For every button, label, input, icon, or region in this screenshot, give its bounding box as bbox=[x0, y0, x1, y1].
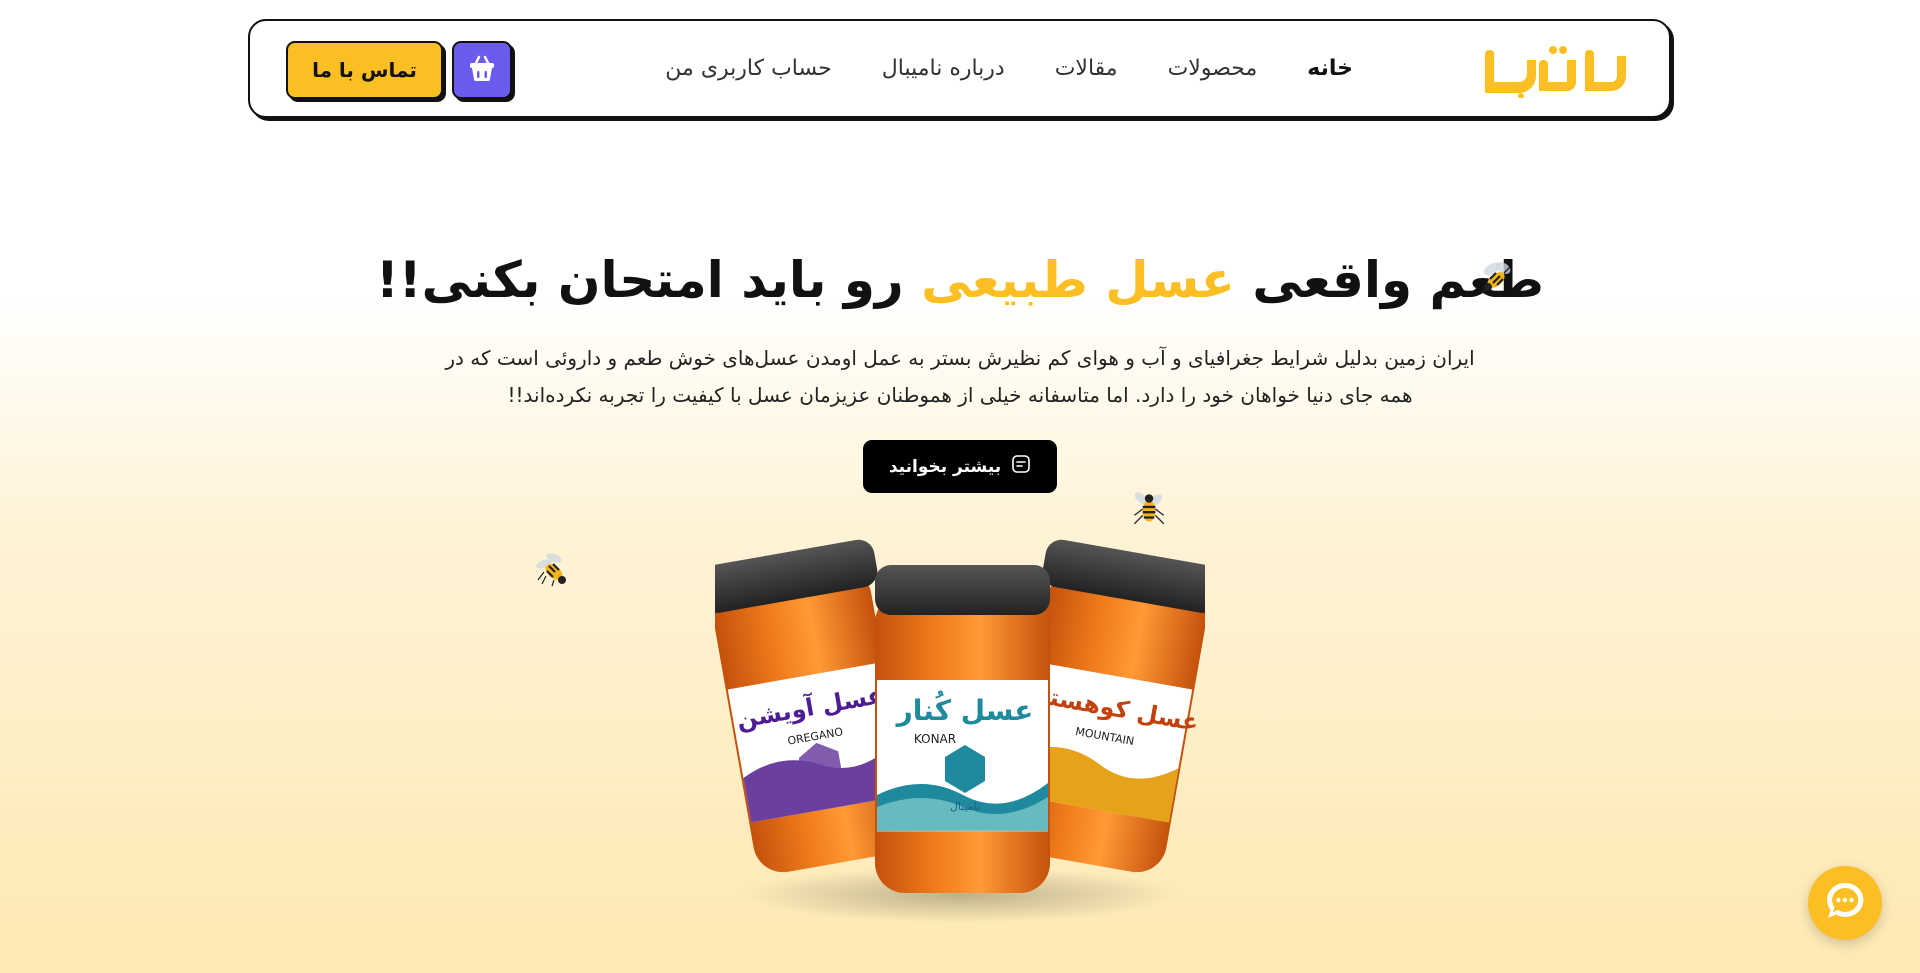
navbar: خانه محصولات مقالات درباره نامیبال حساب … bbox=[248, 19, 1671, 118]
hero-title-part2: رو باید امتحان بکنی!! bbox=[375, 251, 922, 309]
jar-konar-brand: نامیبال bbox=[950, 800, 980, 813]
bee-icon bbox=[1481, 262, 1511, 294]
nav-item-home[interactable]: خانه bbox=[1307, 56, 1353, 81]
read-more-label: بیشتر بخوانید bbox=[888, 456, 1002, 477]
bee-icon bbox=[536, 553, 566, 587]
document-icon bbox=[1011, 454, 1031, 479]
read-more-button[interactable]: بیشتر بخوانید bbox=[863, 440, 1057, 493]
hero-description: ایران زمین بدلیل شرایط جغرافیای و آب و ه… bbox=[420, 340, 1500, 414]
nav-item-about[interactable]: درباره نامیبال bbox=[882, 56, 1005, 81]
nav-item-account[interactable]: حساب کاربری من bbox=[665, 56, 831, 81]
nav-item-articles[interactable]: مقالات bbox=[1055, 56, 1118, 81]
hero-title: طعم واقعی عسل طبیعی رو باید امتحان بکنی!… bbox=[0, 248, 1920, 312]
chat-bubble-icon bbox=[1823, 879, 1867, 927]
honey-jars-image: عسل کوهستان MOUNTAIN عسل آویشن OREGANO ع… bbox=[715, 539, 1205, 923]
chat-button[interactable] bbox=[1808, 866, 1882, 940]
hero-title-highlight: عسل طبیعی bbox=[921, 251, 1235, 309]
cart-button[interactable] bbox=[452, 41, 512, 99]
jar-konar: عسل کُنار KONAR نامیبال bbox=[875, 565, 1050, 893]
site-logo[interactable] bbox=[1481, 37, 1633, 103]
jar-konar-label: عسل کُنار bbox=[895, 691, 1034, 727]
main-nav: خانه محصولات مقالات درباره نامیبال حساب … bbox=[665, 21, 1353, 116]
basket-icon bbox=[467, 53, 497, 87]
jar-konar-label-en: KONAR bbox=[914, 732, 956, 746]
nav-item-products[interactable]: محصولات bbox=[1168, 56, 1258, 81]
hero-description-line2: همه جای دنیا خواهان خود را دارد. اما متا… bbox=[507, 383, 1413, 407]
contact-button[interactable]: تماس با ما bbox=[286, 41, 443, 99]
hero-description-line1: ایران زمین بدلیل شرایط جغرافیای و آب و ه… bbox=[445, 346, 1475, 370]
bee-icon bbox=[1133, 492, 1165, 525]
